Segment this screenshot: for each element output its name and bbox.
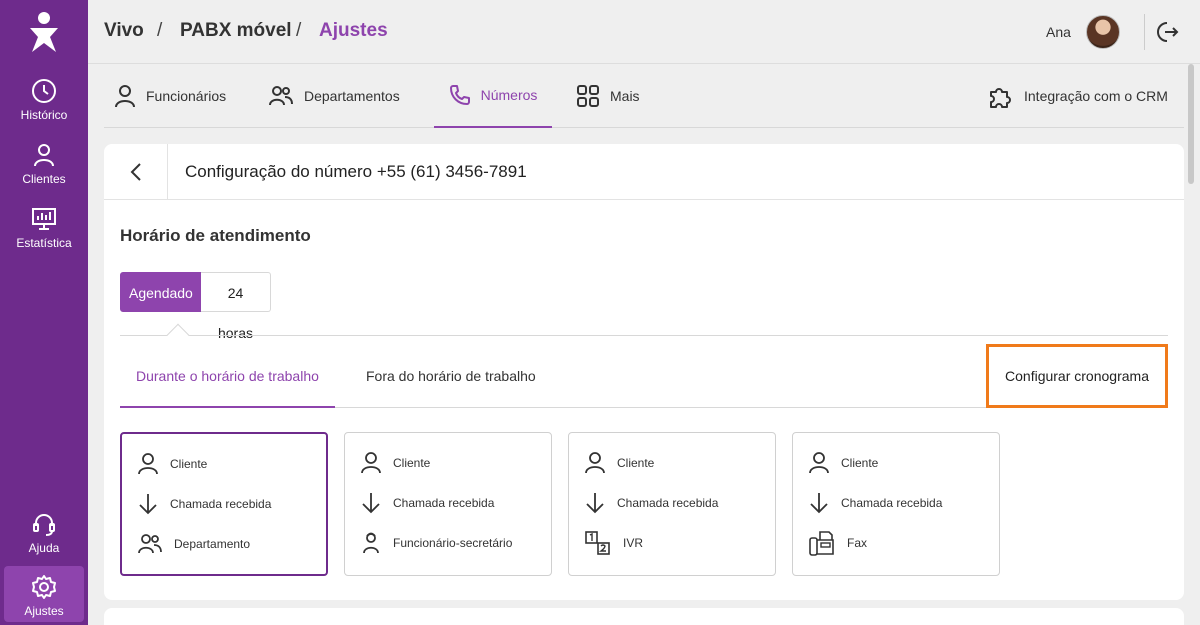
- flow-row-label: Chamada recebida: [617, 496, 719, 510]
- flow-row: Chamada recebida: [138, 492, 271, 516]
- tab-label: Números: [480, 87, 538, 103]
- flow-row: Chamada recebida: [809, 491, 942, 515]
- flow-row-label: Chamada recebida: [393, 496, 495, 510]
- flow-row-label: IVR: [623, 536, 644, 550]
- toggle-pointer: [166, 323, 190, 347]
- settings-tabs: Funcionários Departamentos Números Mais …: [104, 64, 1184, 128]
- toggle-24-horas[interactable]: 24 horas: [201, 272, 271, 341]
- card-header: Configuração do número +55 (61) 3456-789…: [104, 144, 1184, 200]
- tab-funcionarios[interactable]: Funcionários: [114, 64, 226, 128]
- phone-icon: [449, 85, 470, 105]
- flow-row-label: Cliente: [170, 457, 208, 471]
- flow-row-label: Cliente: [617, 456, 655, 470]
- number-config-card: Configuração do número +55 (61) 3456-789…: [104, 144, 1184, 600]
- tab-numeros[interactable]: Números: [434, 64, 552, 128]
- chevron-left-icon: [130, 163, 141, 181]
- tab-label: Mais: [610, 88, 640, 104]
- secretary-icon: [363, 532, 379, 554]
- sidebar-item-label: Estatística: [16, 236, 72, 250]
- tab-mais[interactable]: Mais: [576, 64, 640, 128]
- person-icon: [809, 452, 829, 474]
- flow-option-secretario[interactable]: Cliente Chamada recebida Funcionário-sec…: [344, 432, 552, 576]
- sidebar-item-historico[interactable]: Histórico: [4, 70, 84, 126]
- flow-row: Fax: [809, 531, 868, 556]
- flow-option-departamento[interactable]: Cliente Chamada recebida Departamento: [120, 432, 328, 576]
- logout-icon[interactable]: [1156, 20, 1180, 44]
- flow-row-label: Cliente: [393, 456, 431, 470]
- flow-row: Chamada recebida: [361, 491, 494, 515]
- sidebar-item-estatistica[interactable]: Estatística: [4, 198, 84, 254]
- top-bar: Vivo / PABX móvel / Ajustes Ana: [88, 0, 1200, 64]
- person-icon: [585, 452, 605, 474]
- flow-row-label: Cliente: [841, 456, 879, 470]
- tab-durante-horario[interactable]: Durante o horário de trabalho: [120, 344, 335, 408]
- tab-fora-horario[interactable]: Fora do horário de trabalho: [366, 344, 536, 408]
- divider: [1144, 14, 1145, 50]
- arrow-down-icon: [586, 493, 604, 514]
- sidebar-item-clientes[interactable]: Clientes: [4, 134, 84, 190]
- tab-departamentos[interactable]: Departamentos: [268, 64, 400, 128]
- breadcrumb-pabx[interactable]: PABX móvel: [180, 20, 292, 42]
- sidebar-item-ajuda[interactable]: Ajuda: [4, 503, 84, 559]
- person-icon: [138, 453, 158, 475]
- tab-label: Integração com o CRM: [1024, 88, 1168, 104]
- avatar[interactable]: [1086, 15, 1120, 49]
- configure-schedule-button[interactable]: Configurar cronograma: [986, 344, 1168, 408]
- breadcrumb-separator: /: [296, 20, 302, 41]
- flow-row: Chamada recebida: [585, 491, 718, 515]
- chart-icon: [32, 208, 56, 230]
- flow-row-label: Fax: [847, 536, 868, 550]
- gear-icon: [32, 575, 56, 599]
- flow-row: Cliente: [138, 452, 207, 476]
- breadcrumb-ajustes: Ajustes: [319, 20, 388, 41]
- next-section-card: [104, 608, 1184, 625]
- sidebar-item-ajustes[interactable]: Ajustes: [4, 566, 84, 622]
- person-icon: [361, 452, 381, 474]
- flow-option-fax[interactable]: Cliente Chamada recebida Fax: [792, 432, 1000, 576]
- arrow-down-icon: [139, 494, 157, 515]
- flow-row: Cliente: [361, 451, 430, 475]
- back-button[interactable]: [104, 144, 168, 200]
- tab-label: Funcionários: [146, 88, 227, 104]
- flow-row-label: Funcionário-secretário: [393, 536, 513, 550]
- flow-row: IVR: [585, 531, 643, 555]
- section-title: Horário de atendimento: [120, 226, 311, 245]
- people-icon: [269, 86, 293, 106]
- ivr-icon: [585, 531, 610, 555]
- headset-icon: [33, 514, 55, 536]
- schedule-mode-toggle: Agendado 24 horas: [120, 272, 271, 341]
- grid-icon: [577, 85, 599, 107]
- sidebar-item-label: Clientes: [22, 172, 66, 186]
- person-icon: [34, 144, 54, 167]
- sidebar-item-label: Histórico: [20, 108, 68, 122]
- sidebar: Histórico Clientes Estatística Ajuda Aju…: [0, 0, 88, 625]
- arrow-down-icon: [810, 493, 828, 514]
- scrollbar[interactable]: [1188, 64, 1194, 184]
- sidebar-item-label: Ajuda: [28, 541, 60, 555]
- divider: [120, 335, 1168, 336]
- vivo-logo-icon[interactable]: [26, 10, 62, 54]
- tab-label: Departamentos: [304, 88, 400, 104]
- clock-icon: [32, 79, 56, 103]
- flow-row-label: Chamada recebida: [170, 497, 272, 511]
- breadcrumb-separator: /: [157, 20, 163, 41]
- flow-row: Cliente: [585, 451, 654, 475]
- flow-option-ivr[interactable]: Cliente Chamada recebida IVR: [568, 432, 776, 576]
- toggle-agendado[interactable]: Agendado: [120, 272, 201, 312]
- people-icon: [138, 534, 162, 554]
- page-title: Configuração do número +55 (61) 3456-789…: [185, 162, 527, 181]
- fax-icon: [809, 531, 834, 556]
- flow-row-label: Departamento: [174, 537, 251, 551]
- puzzle-icon: [990, 88, 1011, 108]
- breadcrumb-vivo[interactable]: Vivo: [104, 20, 144, 42]
- arrow-down-icon: [362, 493, 380, 514]
- person-icon: [115, 85, 135, 108]
- flow-row: Departamento: [138, 532, 250, 556]
- flow-row: Cliente: [809, 451, 878, 475]
- sidebar-item-label: Ajustes: [24, 604, 64, 618]
- user-name: Ana: [1046, 24, 1071, 40]
- flow-row-label: Chamada recebida: [841, 496, 943, 510]
- tab-crm-integration[interactable]: Integração com o CRM: [988, 64, 1168, 128]
- flow-row: Funcionário-secretário: [361, 531, 512, 555]
